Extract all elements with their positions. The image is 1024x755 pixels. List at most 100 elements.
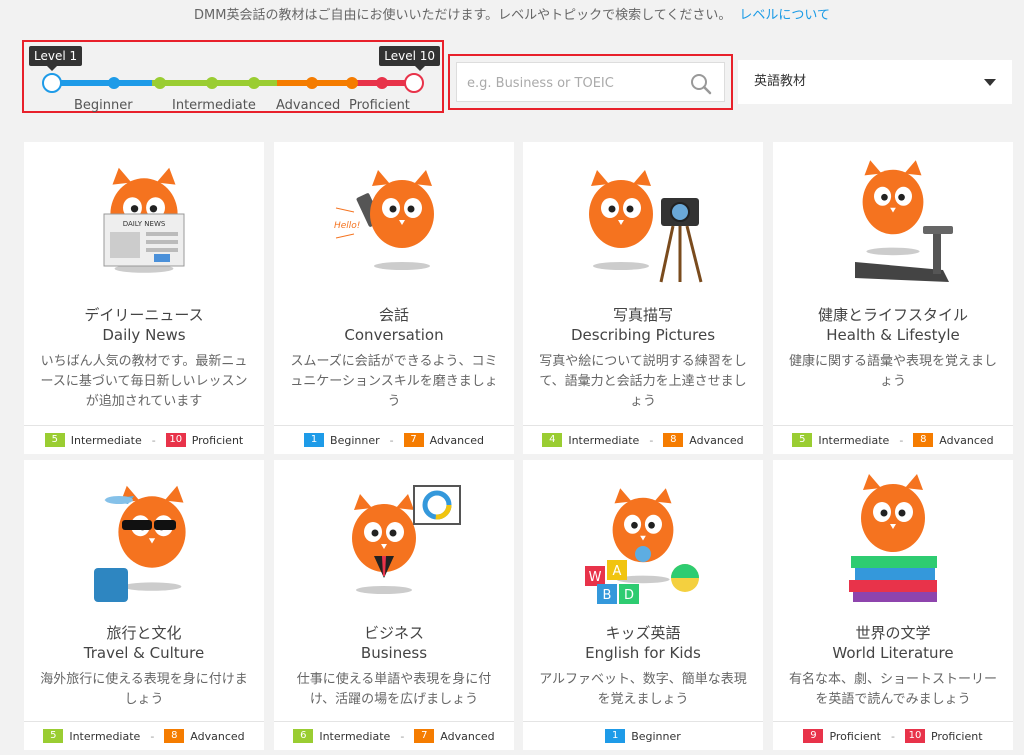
card-description: 仕事に使える単語や表現を身に付け、活躍の場を広げましょう <box>296 672 492 707</box>
level-step-dot[interactable] <box>376 77 388 89</box>
card-level-range: 9 Proficient - 10 Proficient <box>773 721 1013 750</box>
level-badge: 6 <box>293 729 314 743</box>
card-level-range: 1 Beginner - 7 Advanced <box>274 425 514 454</box>
level-step-dot[interactable] <box>346 77 358 89</box>
level-step-dot[interactable] <box>154 77 166 89</box>
card-description: 写真や絵について説明する練習をして、語彙力と会話力を上達させましょう <box>539 354 747 409</box>
level-step-dot[interactable] <box>108 77 120 89</box>
level-badge: 4 <box>542 433 563 447</box>
level-badge: 9 <box>803 729 824 743</box>
material-select[interactable]: 英語教材 <box>738 60 1012 104</box>
card-level-range: 5 Intermediate - 10 Proficient <box>24 425 264 454</box>
level-max-tag: Level 10 <box>379 46 440 71</box>
level-step-dot[interactable] <box>306 77 318 89</box>
card-description: いちばん人気の教材です。最新ニュースに基づいて毎日新しいレッスンが追加されていま… <box>40 354 248 409</box>
band-label-beginner: Beginner <box>74 98 133 113</box>
card-title-jp: 会話 <box>378 306 409 324</box>
material-card[interactable]: 世界の文学 World Literature 有名な本、劇、ショートストーリーを… <box>773 460 1013 750</box>
card-title-jp: ビジネス <box>363 624 424 642</box>
svg-text:B: B <box>603 588 612 603</box>
material-card[interactable]: ビジネス Business 仕事に使える単語や表現を身に付け、活躍の場を広げまし… <box>274 460 514 750</box>
card-title-en: Travel & Culture <box>83 644 205 662</box>
owl-suitcase-icon <box>94 485 186 602</box>
level-label: Beginner <box>330 433 380 447</box>
level-badge: 7 <box>414 729 435 743</box>
owl-treadmill-icon <box>855 160 953 282</box>
track-segment-beginner <box>52 80 152 86</box>
card-description: 健康に関する語彙や表現を覚えましょう <box>789 354 998 389</box>
search-field <box>456 62 725 103</box>
level-max-handle[interactable] <box>404 73 424 93</box>
owl-baby-icon: W A B D <box>585 488 699 604</box>
card-level-range: 4 Intermediate - 8 Advanced <box>523 425 763 454</box>
card-level-range: 5 Intermediate - 8 Advanced <box>24 721 264 750</box>
range-separator: - <box>891 729 895 743</box>
material-card[interactable]: 旅行と文化 Travel & Culture 海外旅行に使える表現を身に付けまし… <box>24 460 264 750</box>
search-input[interactable] <box>465 63 679 103</box>
level-min-handle[interactable] <box>42 73 62 93</box>
level-label: Advanced <box>689 433 744 447</box>
card-title-en: Business <box>360 644 428 662</box>
range-separator: - <box>899 433 904 447</box>
material-card[interactable]: Hello! 会話 Conversation スムーズに会話ができるよう、コミュ… <box>274 142 514 454</box>
card-title-jp: キッズ英語 <box>605 624 681 642</box>
band-label-advanced: Advanced <box>276 98 341 113</box>
level-min-tag: Level 1 <box>29 46 83 71</box>
level-badge: 8 <box>663 433 684 447</box>
band-label-proficient: Proficient <box>349 98 410 113</box>
level-badge: 10 <box>165 433 186 447</box>
level-label: Intermediate <box>69 729 141 743</box>
level-label: Advanced <box>939 433 994 447</box>
owl-camera-icon <box>589 170 703 283</box>
level-label: Intermediate <box>818 433 890 447</box>
card-description: 海外旅行に使える表現を身に付けましょう <box>40 672 248 707</box>
level-info-link[interactable]: レベルについて <box>739 8 830 23</box>
card-level-range: 6 Intermediate - 7 Advanced <box>274 721 514 750</box>
range-separator: - <box>649 433 654 447</box>
material-card[interactable]: DAILY NEWS デイリーニュース Daily News いちばん人気の教材… <box>24 142 264 454</box>
hello-text: Hello! <box>334 221 360 231</box>
owl-newspaper-icon: DAILY NEWS <box>103 167 185 273</box>
card-title-jp: 世界の文学 <box>855 624 931 642</box>
band-label-intermediate: Intermediate <box>172 98 256 113</box>
notice-text: DMM英会話の教材はご自由にお使いいただけます。レベルやトピックで検索してくださ… <box>194 8 732 23</box>
material-card[interactable]: 健康とライフスタイル Health & Lifestyle 健康に関する語彙や表… <box>773 142 1013 454</box>
level-label: Beginner <box>631 729 681 743</box>
level-filter[interactable]: Level 1 Level 10 Beginner Intermediate A… <box>22 40 444 113</box>
level-badge: 8 <box>164 729 185 743</box>
search-icon[interactable] <box>690 73 712 95</box>
level-badge: 5 <box>44 433 65 447</box>
card-title-jp: 旅行と文化 <box>106 624 182 642</box>
level-label: Intermediate <box>319 729 391 743</box>
level-label: Intermediate <box>70 433 142 447</box>
range-separator: - <box>151 433 156 447</box>
card-title-en: Daily News <box>102 326 186 344</box>
level-step-dot[interactable] <box>206 77 218 89</box>
svg-text:A: A <box>613 564 622 579</box>
level-badge: 5 <box>43 729 64 743</box>
card-title-jp: デイリーニュース <box>84 306 204 324</box>
card-description: 有名な本、劇、ショートストーリーを英語で読んでみましょう <box>789 672 998 707</box>
card-description: スムーズに会話ができるよう、コミュニケーションスキルを磨きましょう <box>290 354 498 409</box>
level-track[interactable] <box>42 73 424 93</box>
level-label: Advanced <box>440 729 495 743</box>
level-badge: 1 <box>304 433 325 447</box>
owl-books-icon <box>849 474 937 602</box>
card-title-jp: 健康とライフスタイル <box>817 306 968 324</box>
owl-presentation-icon <box>352 485 461 594</box>
material-card[interactable]: 写真描写 Describing Pictures 写真や絵について説明する練習を… <box>523 142 763 454</box>
material-card[interactable]: W A B D キッズ英語 English for Kids アルファベット、数… <box>523 460 763 750</box>
level-badge: 10 <box>904 729 925 743</box>
card-title-jp: 写真描写 <box>612 306 673 324</box>
svg-text:DAILY NEWS: DAILY NEWS <box>123 220 166 228</box>
svg-text:W: W <box>589 570 602 585</box>
material-select-value: 英語教材 <box>754 74 807 89</box>
chevron-down-icon <box>984 79 996 86</box>
owl-phone-icon: Hello! <box>334 170 434 270</box>
card-title-en: English for Kids <box>585 644 701 662</box>
level-badge: 7 <box>403 433 424 447</box>
card-title-en: Health & Lifestyle <box>826 326 960 344</box>
level-step-dot[interactable] <box>248 77 260 89</box>
level-label: Proficient <box>930 729 983 743</box>
level-label: Advanced <box>429 433 484 447</box>
